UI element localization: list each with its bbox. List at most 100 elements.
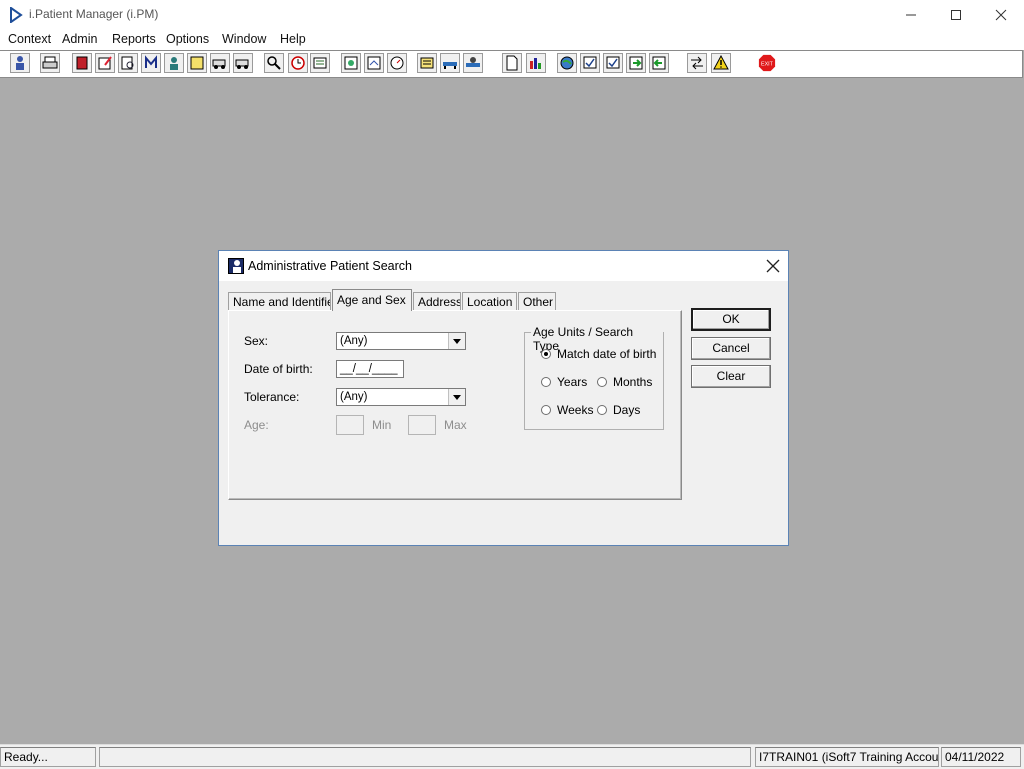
tab-address[interactable]: Address: [413, 292, 461, 310]
tolerance-label: Tolerance:: [244, 390, 300, 404]
admit-toolbar-button[interactable]: [626, 53, 646, 73]
radio-weeks[interactable]: Weeks: [541, 403, 593, 417]
tolerance-select[interactable]: (Any): [336, 388, 466, 406]
dialog-close-icon[interactable]: [764, 257, 782, 275]
radio-match-dob-label: Match date of birth: [557, 347, 657, 361]
tab-location[interactable]: Location: [462, 292, 517, 310]
swap-arrows-icon: [691, 56, 703, 70]
check-in-toolbar-button[interactable]: [580, 53, 600, 73]
edit-record-icon: [98, 56, 112, 70]
radio-days-label: Days: [613, 403, 641, 417]
transport-toolbar-button[interactable]: [233, 53, 253, 73]
radio-days[interactable]: Days: [597, 403, 640, 417]
ok-button[interactable]: OK: [691, 308, 771, 331]
patient-toolbar-button[interactable]: [10, 53, 30, 73]
menu-help[interactable]: Help: [280, 32, 306, 46]
book-toolbar-button[interactable]: [72, 53, 92, 73]
printer-icon: [42, 56, 58, 69]
age-max-label: Max: [444, 418, 467, 432]
maximize-icon: [951, 10, 961, 20]
app-logo-icon: [10, 7, 23, 23]
radio-icon[interactable]: [541, 377, 551, 387]
swap-toolbar-button[interactable]: [687, 53, 707, 73]
radio-years[interactable]: Years: [541, 375, 587, 389]
appointment-toolbar-button[interactable]: [341, 53, 361, 73]
print-toolbar-button[interactable]: [40, 53, 60, 73]
timer-toolbar-button[interactable]: [387, 53, 407, 73]
search-record-toolbar-button[interactable]: [264, 53, 284, 73]
referral-toolbar-button[interactable]: [364, 53, 384, 73]
exit-toolbar-button[interactable]: EXIT: [757, 53, 777, 73]
check-out-toolbar-button[interactable]: [603, 53, 623, 73]
waiting-list-icon: [466, 57, 480, 67]
chevron-down-icon[interactable]: [448, 333, 465, 349]
radio-months[interactable]: Months: [597, 375, 652, 389]
m-toolbar-button[interactable]: [141, 53, 161, 73]
alert-toolbar-button[interactable]: [711, 53, 731, 73]
check-in-icon: [583, 56, 597, 69]
bed-toolbar-button[interactable]: [440, 53, 460, 73]
status-text: Ready...: [0, 747, 96, 767]
notes-icon: [190, 56, 204, 70]
search-icon: [267, 56, 281, 70]
radio-icon[interactable]: [597, 405, 607, 415]
clock-toolbar-button[interactable]: [288, 53, 308, 73]
menu-admin[interactable]: Admin: [62, 32, 97, 46]
age-units-group: Age Units / Search Type Match date of bi…: [524, 325, 664, 430]
radio-months-label: Months: [613, 375, 653, 389]
tab-other[interactable]: Other: [518, 292, 556, 310]
tolerance-value: (Any): [340, 391, 368, 403]
close-button[interactable]: [978, 0, 1024, 30]
radio-selected-icon[interactable]: [541, 349, 551, 359]
document-icon: [506, 55, 518, 71]
chevron-down-icon[interactable]: [448, 389, 465, 405]
globe-toolbar-button[interactable]: [557, 53, 577, 73]
clear-button[interactable]: Clear: [691, 365, 771, 388]
exit-label: EXIT: [761, 61, 774, 67]
edit-record-toolbar-button[interactable]: [95, 53, 115, 73]
dialog-title: Administrative Patient Search: [248, 259, 412, 273]
bar-chart-icon: [530, 58, 541, 69]
green-arrow-icon: [629, 56, 643, 70]
minimize-button[interactable]: [888, 0, 934, 30]
notepad-toolbar-button[interactable]: [417, 53, 437, 73]
notes-toolbar-button[interactable]: [187, 53, 207, 73]
dialog-title-bar: Administrative Patient Search: [219, 251, 788, 281]
radio-weeks-label: Weeks: [557, 403, 594, 417]
radio-years-label: Years: [557, 375, 588, 389]
age-min-field: [336, 415, 364, 435]
menu-reports[interactable]: Reports: [112, 32, 156, 46]
warning-icon: [713, 55, 729, 70]
app-title: i.Patient Manager (i.PM): [29, 7, 159, 21]
document-search-toolbar-button[interactable]: [118, 53, 138, 73]
age-min-label: Min: [372, 418, 392, 432]
radio-icon[interactable]: [541, 405, 551, 415]
radio-match-dob[interactable]: Match date of birth: [541, 347, 656, 361]
menu-bar: Context Admin Reports Options Window Hel…: [0, 30, 1024, 50]
vehicle-icon: [212, 59, 226, 69]
list-toolbar-button[interactable]: [310, 53, 330, 73]
sex-select[interactable]: (Any): [336, 332, 466, 350]
app-title-bar: i.Patient Manager (i.PM): [0, 0, 1024, 30]
sex-label: Sex:: [244, 334, 269, 348]
new-document-toolbar-button[interactable]: [502, 53, 522, 73]
m-letter-icon: [145, 55, 157, 68]
tab-name-and-identifier[interactable]: Name and Identifier: [228, 292, 331, 310]
tab-age-and-sex[interactable]: Age and Sex: [332, 289, 412, 311]
menu-window[interactable]: Window: [222, 32, 266, 46]
status-account: I7TRAIN01 (iSoft7 Training Account): [755, 747, 939, 767]
minimize-icon: [906, 14, 916, 16]
maximize-button[interactable]: [933, 0, 979, 30]
waiting-list-toolbar-button[interactable]: [463, 53, 483, 73]
transfer-toolbar-button[interactable]: [210, 53, 230, 73]
clinician-toolbar-button[interactable]: [164, 53, 184, 73]
radio-icon[interactable]: [597, 377, 607, 387]
menu-options[interactable]: Options: [166, 32, 209, 46]
dob-label: Date of birth:: [244, 362, 313, 376]
dob-field[interactable]: __/__/____: [336, 360, 404, 378]
cancel-button[interactable]: Cancel: [691, 337, 771, 360]
discharge-toolbar-button[interactable]: [649, 53, 669, 73]
chart-toolbar-button[interactable]: [526, 53, 546, 73]
menu-context[interactable]: Context: [8, 32, 51, 46]
patient-search-icon: [228, 258, 244, 274]
